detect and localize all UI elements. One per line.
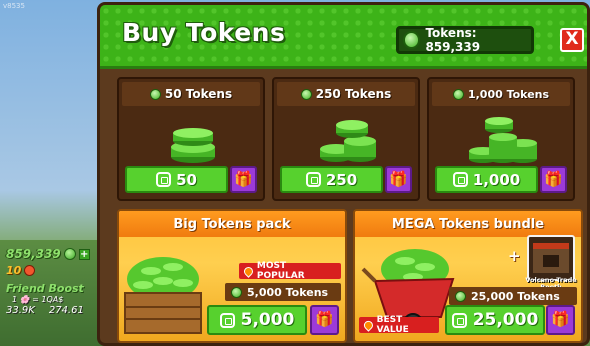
token-card-50: 50 Tokens 50 🎁 — [117, 77, 265, 201]
gift-icon: 🎁 — [544, 170, 563, 188]
robux-icon — [451, 312, 467, 328]
bundle-title: Big Tokens pack — [173, 216, 291, 232]
token-gem-icon — [300, 88, 312, 100]
hud-stat-right: 274.61 — [48, 305, 84, 316]
token-gem-icon — [63, 248, 76, 260]
token-gem-icon — [231, 286, 242, 298]
add-tokens-button[interactable]: + — [78, 248, 90, 260]
buy-tokens-panel: Buy Tokens Tokens: 859,339 X 50 Tokens 5… — [97, 2, 590, 346]
panel-title: Buy Tokens — [122, 18, 286, 47]
bundle-amount: 25,000 Tokens — [449, 287, 577, 305]
version-label: v8535 — [3, 2, 25, 10]
close-icon: X — [565, 29, 579, 49]
most-popular-badge: MOST POPULAR — [239, 261, 341, 281]
buy-50-tokens-button[interactable]: 50 — [125, 166, 228, 193]
gift-big-pack-button[interactable]: 🎁 — [310, 305, 339, 335]
token-crate-icon — [124, 257, 202, 334]
token-stack-large-icon — [469, 117, 537, 163]
gift-1000-tokens-button[interactable]: 🎁 — [540, 166, 567, 193]
flame-icon — [242, 264, 255, 278]
gift-icon: 🎁 — [551, 310, 570, 328]
robux-icon — [219, 312, 235, 328]
token-gem-icon — [455, 290, 466, 302]
gift-50-tokens-button[interactable]: 🎁 — [230, 166, 257, 193]
price-label: 25,000 — [472, 310, 539, 330]
amount-label: 25,000 Tokens — [471, 289, 560, 303]
price-label: 1,000 — [472, 170, 521, 189]
mega-tokens-bundle-card: MEGA Tokens bundle + Volcano Trade Booth… — [353, 209, 583, 343]
buy-250-tokens-button[interactable]: 250 — [280, 166, 383, 193]
gift-icon: 🎁 — [389, 170, 408, 188]
robux-icon — [452, 172, 468, 187]
card-title: 1,000 Tokens — [467, 87, 550, 101]
gift-icon: 🎁 — [234, 170, 253, 188]
flame-icon — [362, 318, 375, 332]
token-gem-icon — [149, 88, 161, 100]
buy-mega-bundle-button[interactable]: 25,000 — [445, 305, 545, 335]
buy-1000-tokens-button[interactable]: 1,000 — [435, 166, 538, 193]
robux-icon — [156, 172, 172, 187]
big-tokens-pack-card: Big Tokens pack MOST POPULAR 5,000 Token… — [117, 209, 347, 343]
card-title: 50 Tokens — [164, 87, 233, 101]
token-gem-icon — [403, 31, 421, 49]
price-label: 5,000 — [240, 310, 295, 330]
gift-mega-bundle-button[interactable]: 🎁 — [546, 305, 575, 335]
price-label: 50 — [176, 170, 197, 189]
plus-icon: + — [508, 247, 521, 265]
badge-label: MOST POPULAR — [256, 261, 305, 281]
robux-icon — [305, 172, 321, 187]
buy-big-pack-button[interactable]: 5,000 — [207, 305, 307, 335]
token-stack-small-icon — [171, 128, 215, 163]
hud-stat-left: 33.9K — [6, 305, 35, 316]
token-card-250: 250 Tokens 250 🎁 — [272, 77, 420, 201]
token-card-1000: 1,000 Tokens 1,000 🎁 — [427, 77, 575, 201]
price-label: 250 — [325, 170, 358, 189]
amount-label: 5,000 Tokens — [247, 285, 329, 299]
volcano-booth-icon — [527, 235, 575, 281]
gift-250-tokens-button[interactable]: 🎁 — [385, 166, 412, 193]
bundle-amount: 5,000 Tokens — [225, 283, 341, 301]
best-value-badge: BEST VALUE — [359, 315, 439, 335]
token-gem-icon — [452, 88, 464, 100]
bundle-title: MEGA Tokens bundle — [391, 216, 545, 232]
coin-icon — [24, 264, 36, 276]
hud-token-count: 859,339 — [6, 247, 61, 261]
badge-label: BEST VALUE — [376, 315, 409, 335]
card-title: 250 Tokens — [315, 87, 392, 101]
token-stack-medium-icon — [320, 120, 376, 162]
panel-header: Buy Tokens Tokens: 859,339 X — [100, 5, 587, 69]
token-balance-label: Tokens: 859,339 — [425, 26, 481, 54]
hud-coin-count: 10 — [6, 263, 22, 277]
token-balance: Tokens: 859,339 — [396, 26, 534, 54]
gift-icon: 🎁 — [315, 310, 334, 328]
close-button[interactable]: X — [560, 28, 584, 52]
